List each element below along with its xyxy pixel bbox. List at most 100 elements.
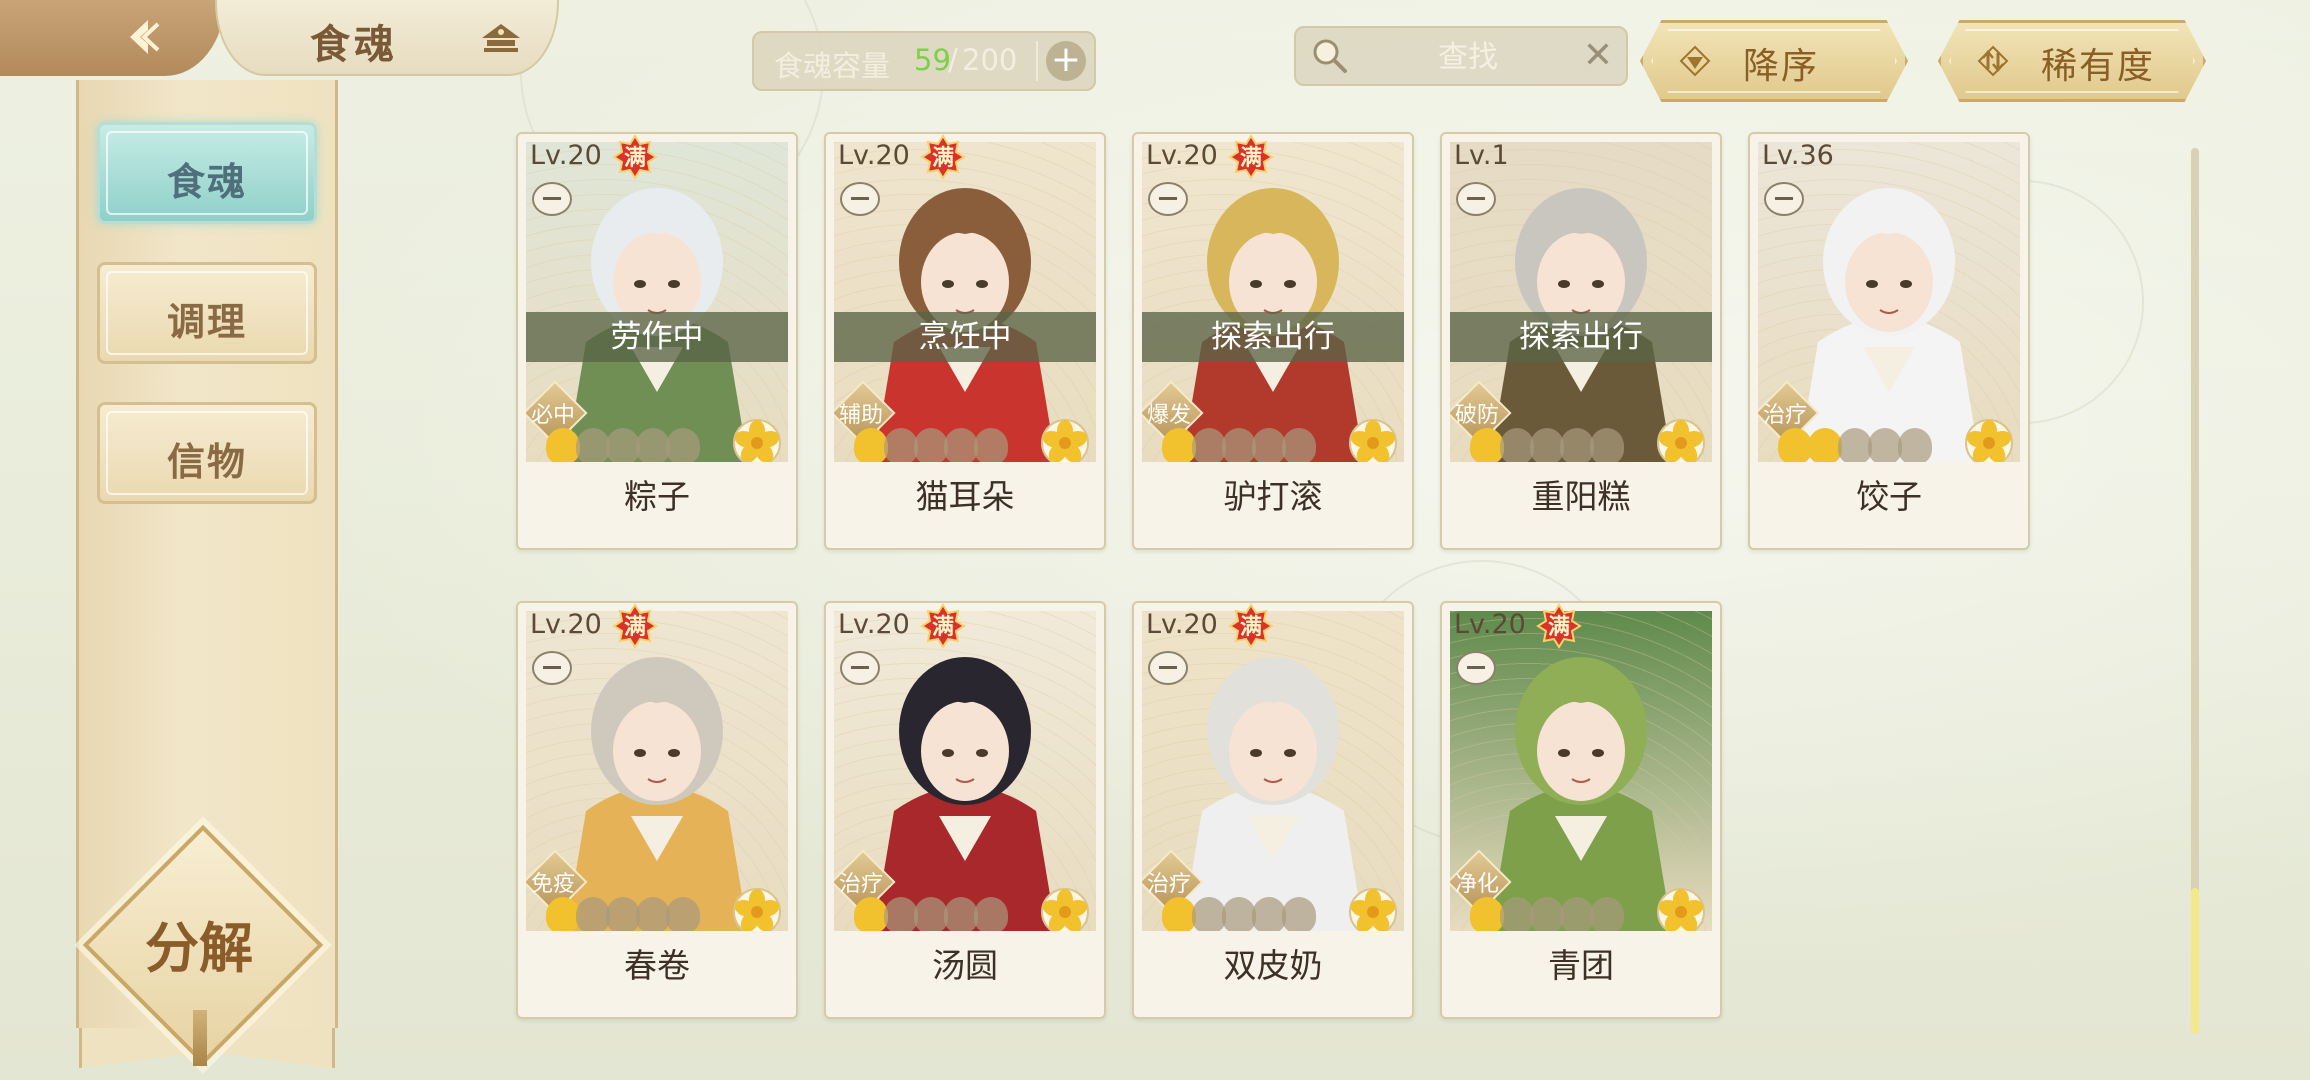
star-icon <box>606 897 640 931</box>
lock-toggle-icon[interactable] <box>1456 651 1496 685</box>
star-icon <box>914 428 948 462</box>
sort-key-button[interactable]: 稀有度 <box>1938 20 2206 102</box>
role-label: 破防 <box>1454 403 1499 428</box>
food-soul-card[interactable]: 烹饪中 辅助 Lv.20 满 猫耳朵 <box>824 132 1106 550</box>
svg-text:满: 满 <box>932 615 954 640</box>
lock-toggle-icon[interactable] <box>1456 182 1496 216</box>
svg-text:满: 满 <box>932 146 954 171</box>
lock-toggle-icon[interactable] <box>532 651 572 685</box>
food-soul-name: 饺子 <box>1856 477 1922 516</box>
decompose-label[interactable]: 分解 <box>118 904 280 983</box>
star-icon <box>1162 897 1196 931</box>
search-input[interactable] <box>1366 36 1570 78</box>
level-label: Lv.20 <box>1454 609 1526 640</box>
page-title: 食魂 <box>310 22 398 68</box>
tab-food-souls[interactable]: 食魂 <box>97 122 317 224</box>
star-icon <box>666 428 700 462</box>
star-icon <box>974 897 1008 931</box>
star-icon <box>1162 428 1196 462</box>
lock-toggle-icon[interactable] <box>840 182 880 216</box>
star-icon <box>1808 428 1842 462</box>
tab-label: 食魂 <box>166 160 247 204</box>
food-soul-card[interactable]: 劳作中 必中 Lv.20 满 粽子 <box>516 132 798 550</box>
capacity-label: 食魂容量 <box>774 49 891 83</box>
flower-icon <box>1657 419 1705 462</box>
search-box[interactable]: ✕ <box>1294 26 1628 86</box>
role-label: 必中 <box>530 403 575 428</box>
svg-text:满: 满 <box>1548 615 1570 640</box>
scrollbar-thumb[interactable] <box>2191 888 2199 1034</box>
star-icon <box>1500 428 1534 462</box>
level-label: Lv.20 <box>530 609 602 640</box>
role-label: 治疗 <box>1762 403 1807 428</box>
food-soul-name: 青团 <box>1548 946 1614 985</box>
sort-order-button[interactable]: 降序 <box>1640 20 1908 102</box>
star-icon <box>1868 428 1902 462</box>
tab-label: 调理 <box>166 300 247 344</box>
flower-icon <box>1965 419 2013 462</box>
full-level-badge: 满 <box>1228 603 1274 649</box>
flower-icon <box>1349 419 1397 462</box>
flower-icon <box>733 888 781 931</box>
food-soul-card[interactable]: 治疗 Lv.20 满 双皮奶 <box>1132 601 1414 1019</box>
star-icon <box>1560 897 1594 931</box>
star-icon <box>1282 897 1316 931</box>
food-soul-name: 春卷 <box>624 946 690 985</box>
back-arrow-icon <box>120 14 166 60</box>
role-label: 免疫 <box>530 872 575 897</box>
star-icon <box>884 428 918 462</box>
lock-toggle-icon[interactable] <box>1148 651 1188 685</box>
scrollbar[interactable] <box>2191 148 2199 1034</box>
star-icon <box>576 428 610 462</box>
star-icon <box>1530 897 1564 931</box>
role-label: 辅助 <box>838 403 883 428</box>
level-label: Lv.20 <box>838 609 910 640</box>
status-label: 探索出行 <box>1450 312 1712 362</box>
lock-toggle-icon[interactable] <box>532 182 572 216</box>
lock-toggle-icon[interactable] <box>1148 182 1188 216</box>
capacity-max: 200 <box>962 43 1018 77</box>
star-icon <box>546 428 580 462</box>
sort-key-label: 稀有度 <box>2041 46 2156 87</box>
food-soul-card[interactable]: 治疗 Lv.36 饺子 <box>1748 132 2030 550</box>
capacity-separator: / <box>948 43 958 77</box>
star-icon <box>1898 428 1932 462</box>
back-button[interactable] <box>0 0 225 76</box>
lock-toggle-icon[interactable] <box>1764 182 1804 216</box>
star-icon <box>666 897 700 931</box>
star-icon <box>944 428 978 462</box>
full-level-badge: 满 <box>920 603 966 649</box>
crown-icon[interactable] <box>478 18 524 56</box>
star-icon <box>1252 897 1286 931</box>
food-soul-card[interactable]: 探索出行 破防 Lv.1 重阳糕 <box>1440 132 1722 550</box>
star-icon <box>1282 428 1316 462</box>
star-icon <box>1252 428 1286 462</box>
star-icon <box>884 897 918 931</box>
role-label: 治疗 <box>838 872 883 897</box>
star-icon <box>606 428 640 462</box>
tab-label: 信物 <box>166 440 247 484</box>
level-label: Lv.1 <box>1454 140 1509 171</box>
clear-search-icon[interactable]: ✕ <box>1578 36 1618 76</box>
tab-tokens[interactable]: 信物 <box>97 402 317 504</box>
food-soul-card[interactable]: 治疗 Lv.20 满 汤圆 <box>824 601 1106 1019</box>
food-soul-card[interactable]: 探索出行 爆发 Lv.20 满 驴打滚 <box>1132 132 1414 550</box>
star-icon <box>854 897 888 931</box>
svg-text:满: 满 <box>624 146 646 171</box>
search-icon <box>1310 36 1350 76</box>
lock-toggle-icon[interactable] <box>840 651 880 685</box>
food-soul-card[interactable]: 免疫 Lv.20 满 春卷 <box>516 601 798 1019</box>
star-icon <box>1222 428 1256 462</box>
status-label: 劳作中 <box>526 312 788 362</box>
add-capacity-button[interactable]: + <box>1046 41 1086 81</box>
food-soul-card[interactable]: 净化 Lv.20 满 青团 <box>1440 601 1722 1019</box>
role-label: 净化 <box>1454 872 1499 897</box>
star-icon <box>1192 897 1226 931</box>
status-label: 探索出行 <box>1142 312 1404 362</box>
flower-icon <box>733 419 781 462</box>
star-icon <box>1838 428 1872 462</box>
level-label: Lv.36 <box>1762 140 1834 171</box>
star-icon <box>1778 428 1812 462</box>
tab-tuning[interactable]: 调理 <box>97 262 317 364</box>
star-icon <box>576 897 610 931</box>
